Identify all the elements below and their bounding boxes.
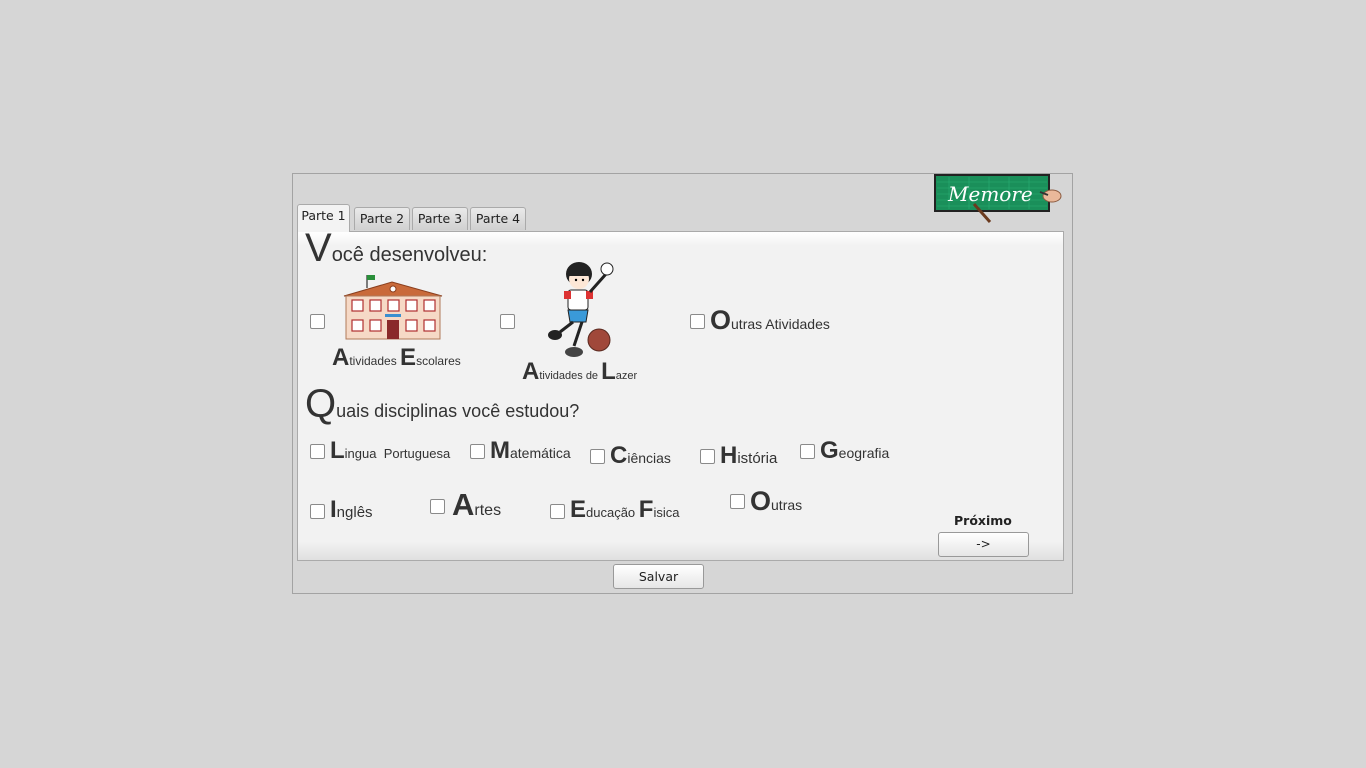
- next-button[interactable]: ->: [938, 532, 1029, 557]
- outras-atividades-checkbox[interactable]: [690, 314, 705, 329]
- ciencias-label: Ciências: [610, 442, 671, 469]
- matematica-label: Matemática: [490, 437, 571, 464]
- svg-text:Memore: Memore: [947, 182, 1033, 206]
- section-heading-disciplinas: Quais disciplinas você estudou?: [305, 382, 580, 426]
- boy-playing-ball-icon: [546, 260, 618, 364]
- ciencias-checkbox[interactable]: [590, 449, 605, 464]
- artes-label: Artes: [452, 487, 502, 522]
- next-label: Próximo: [954, 513, 1012, 528]
- atividades-lazer-label: Atividades de Lazer: [522, 358, 638, 385]
- outras-disciplinas-label: Outras: [750, 486, 803, 516]
- ingles-label: Inglês: [330, 496, 373, 523]
- atividades-escolares-checkbox[interactable]: [310, 314, 325, 329]
- lingua-portuguesa-label: Lingua Portuguesa: [330, 437, 451, 464]
- geografia-label: Geografia: [820, 437, 890, 464]
- school-building-icon: [342, 272, 444, 346]
- artes-checkbox[interactable]: [430, 499, 445, 514]
- tab-parte-2[interactable]: Parte 2: [354, 207, 410, 230]
- ingles-checkbox[interactable]: [310, 504, 325, 519]
- tab-parte-3[interactable]: Parte 3: [412, 207, 468, 230]
- tab-panel-parte-1: Você desenvolveu: Atividades Escolares A…: [297, 226, 1064, 561]
- save-button[interactable]: Salvar: [613, 564, 704, 589]
- tab-parte-1[interactable]: Parte 1: [297, 204, 350, 232]
- form-frame: Memore Parte 1 Parte 2 Parte 3 Parte 4 V…: [292, 173, 1073, 594]
- outras-atividades-label: Outras Atividades: [710, 305, 830, 335]
- tab-parte-4[interactable]: Parte 4: [470, 207, 526, 230]
- section-heading-atividades: Você desenvolveu:: [305, 226, 488, 270]
- outras-disciplinas-checkbox[interactable]: [730, 494, 745, 509]
- geografia-checkbox[interactable]: [800, 444, 815, 459]
- atividades-lazer-checkbox[interactable]: [500, 314, 515, 329]
- matematica-checkbox[interactable]: [470, 444, 485, 459]
- atividades-escolares-label: Atividades Escolares: [332, 344, 461, 371]
- historia-label: História: [720, 442, 778, 469]
- memore-logo-icon: Memore: [934, 174, 1064, 224]
- historia-checkbox[interactable]: [700, 449, 715, 464]
- lingua-portuguesa-checkbox[interactable]: [310, 444, 325, 459]
- educacao-fisica-label: Educação Fisica: [570, 496, 680, 523]
- educacao-fisica-checkbox[interactable]: [550, 504, 565, 519]
